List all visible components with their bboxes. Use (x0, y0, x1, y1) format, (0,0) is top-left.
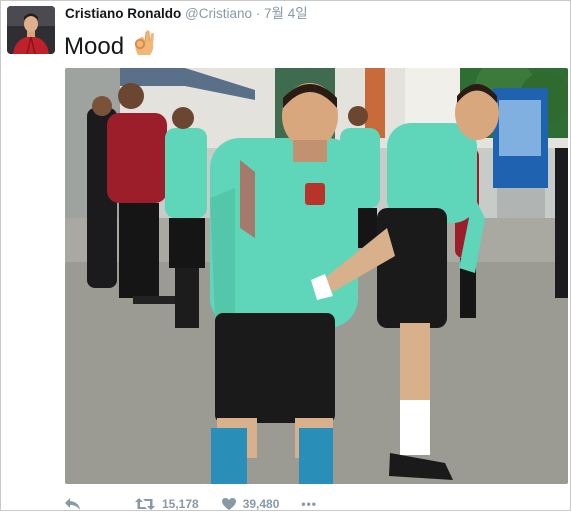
reply-icon (65, 498, 80, 510)
tweet-photo[interactable] (65, 68, 568, 484)
retweet-count: 15,178 (162, 497, 199, 511)
more-icon: ••• (301, 497, 318, 511)
retweet-icon (135, 498, 155, 510)
ok-hand-emoji (131, 28, 159, 65)
like-count: 39,480 (242, 497, 280, 511)
separator-dot: · (255, 6, 261, 21)
like-button[interactable]: 39,480 (221, 497, 280, 511)
author-name[interactable]: Cristiano Ronaldo (65, 6, 181, 21)
bg-player-6 (555, 148, 568, 298)
tweet-actions: 15,178 39,480 ••• (64, 496, 317, 512)
avatar[interactable] (7, 6, 55, 54)
retweet-button[interactable]: 15,178 (134, 497, 199, 511)
author-handle[interactable]: @Cristiano (185, 6, 252, 21)
more-button[interactable]: ••• (301, 497, 317, 511)
tweet-body: Mood (64, 32, 125, 60)
tweet-text: Mood (64, 28, 159, 65)
tweet-card: Cristiano Ronaldo @Cristiano · 7월 4일 Moo… (0, 0, 571, 511)
tweet-timestamp[interactable]: 7월 4일 (264, 6, 308, 21)
reply-button[interactable] (64, 497, 82, 511)
tweet-header: Cristiano Ronaldo @Cristiano · 7월 4일 (65, 6, 308, 22)
heart-icon (221, 498, 236, 510)
